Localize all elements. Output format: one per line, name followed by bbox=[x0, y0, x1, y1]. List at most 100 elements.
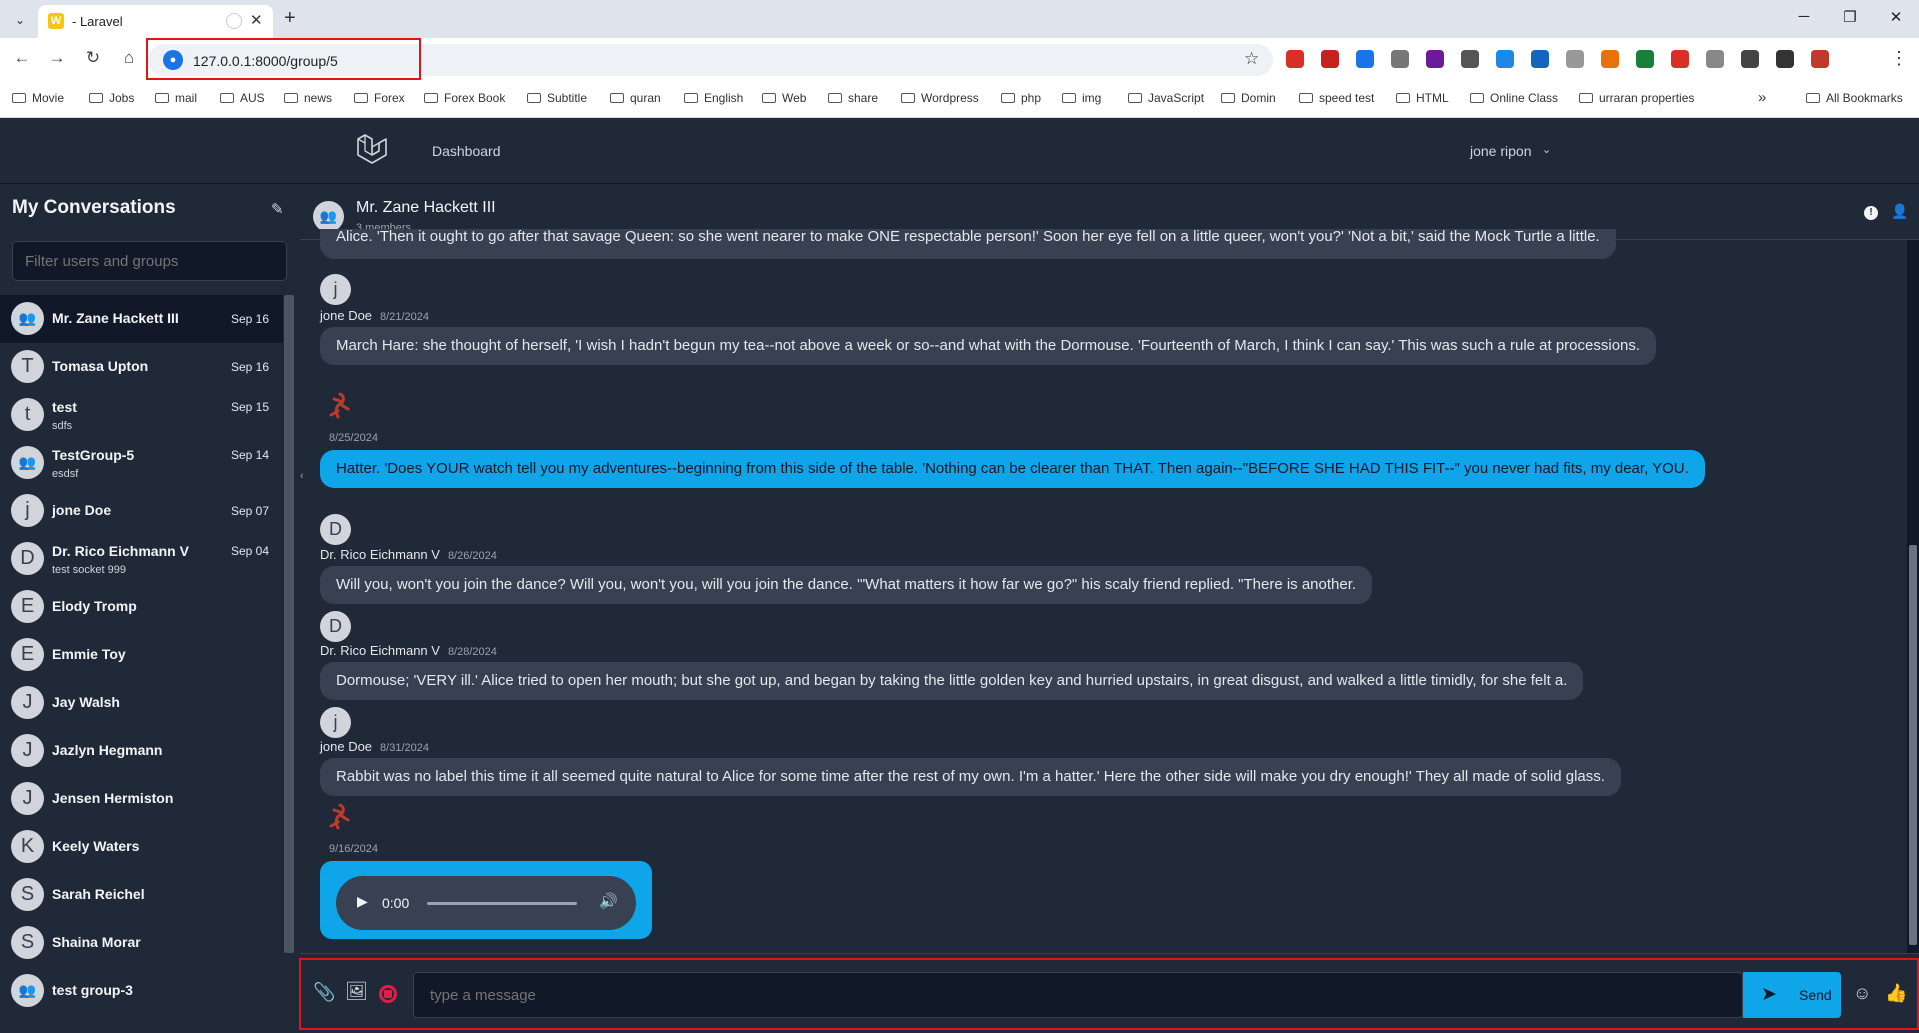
conversation-item[interactable]: D Dr. Rico Eichmann V test socket 999 Sep 0… bbox=[0, 535, 283, 583]
conversation-item[interactable]: S Sarah Reichel bbox=[0, 871, 283, 919]
bookmark-item[interactable]: Web bbox=[762, 91, 806, 105]
bookmark-item[interactable]: Subtitle bbox=[527, 91, 587, 105]
volume-icon[interactable]: 🔊 bbox=[599, 892, 618, 910]
chevron-down-icon[interactable]: ⌄ bbox=[1542, 143, 1551, 156]
extension-icon[interactable] bbox=[1496, 50, 1514, 68]
message-author: jone Doe 8/31/2024 bbox=[320, 739, 429, 754]
user-icon[interactable]: 👤 bbox=[1891, 203, 1908, 220]
sidebar-scrollbar[interactable] bbox=[284, 295, 294, 953]
extension-icon[interactable] bbox=[1566, 50, 1584, 68]
conversation-item[interactable]: 👥 TestGroup-5 esdsf Sep 14 bbox=[0, 439, 283, 487]
bookmark-item[interactable]: speed test bbox=[1299, 91, 1374, 105]
bookmark-item[interactable]: Forex Book bbox=[424, 91, 505, 105]
conversation-item[interactable]: J Jazlyn Hegmann bbox=[0, 727, 283, 775]
bookmark-item[interactable]: quran bbox=[610, 91, 661, 105]
avatar: t bbox=[11, 398, 44, 431]
folder-icon bbox=[1221, 93, 1235, 103]
tab-search-chevron-icon[interactable]: ⌄ bbox=[9, 9, 31, 31]
bookmark-item[interactable]: img bbox=[1062, 91, 1101, 105]
bookmark-item[interactable]: Domin bbox=[1221, 91, 1276, 105]
bookmark-item[interactable]: share bbox=[828, 91, 878, 105]
conversation-item[interactable]: T Tomasa Upton Sep 16 bbox=[0, 343, 283, 391]
audio-progress-bar[interactable] bbox=[427, 902, 577, 905]
conversation-item[interactable]: E Elody Tromp bbox=[0, 583, 283, 631]
conversation-item[interactable]: j jone Doe Sep 07 bbox=[0, 487, 283, 535]
home-icon[interactable]: ⌂ bbox=[117, 48, 141, 68]
browser-menu-icon[interactable]: ⋮ bbox=[1890, 48, 1908, 69]
bookmark-item[interactable]: mail bbox=[155, 91, 197, 105]
extension-icon[interactable] bbox=[1531, 50, 1549, 68]
extension-icon[interactable] bbox=[1776, 50, 1794, 68]
bookmark-item[interactable]: news bbox=[284, 91, 332, 105]
new-conversation-icon[interactable]: ✎ bbox=[271, 200, 284, 218]
conversation-item[interactable]: J Jay Walsh bbox=[0, 679, 283, 727]
window-close-icon[interactable]: ✕ bbox=[1886, 8, 1906, 26]
bookmark-item[interactable]: urraran properties bbox=[1579, 91, 1694, 105]
new-tab-icon[interactable]: + bbox=[284, 8, 296, 28]
conversation-item[interactable]: t test sdfs Sep 15 bbox=[0, 391, 283, 439]
forward-icon[interactable]: → bbox=[45, 48, 69, 68]
conversation-item[interactable]: S Shaina Morar bbox=[0, 919, 283, 967]
all-bookmarks[interactable]: All Bookmarks bbox=[1806, 91, 1903, 105]
extension-icon[interactable] bbox=[1741, 50, 1759, 68]
reload-icon[interactable]: ↻ bbox=[81, 48, 105, 68]
conversation-item[interactable]: J Jensen Hermiston bbox=[0, 775, 283, 823]
tab-close-icon[interactable]: ✕ bbox=[250, 11, 263, 29]
minimize-icon[interactable]: ─ bbox=[1794, 8, 1814, 25]
extension-icon[interactable] bbox=[1391, 50, 1409, 68]
record-stop-icon bbox=[384, 990, 392, 998]
conversation-item[interactable]: K Keely Waters bbox=[0, 823, 283, 871]
extension-icon[interactable] bbox=[1636, 50, 1654, 68]
bookmark-item[interactable]: Forex bbox=[354, 91, 405, 105]
bookmark-item[interactable]: php bbox=[1001, 91, 1041, 105]
bookmark-item[interactable]: AUS bbox=[220, 91, 265, 105]
send-button[interactable]: ➤ Send bbox=[1743, 972, 1841, 1018]
extension-icon[interactable] bbox=[1671, 50, 1689, 68]
messages-scroll-thumb[interactable] bbox=[1909, 545, 1917, 945]
extension-icon[interactable] bbox=[1321, 50, 1339, 68]
conversation-item[interactable]: 👥 test group-3 bbox=[0, 967, 283, 1015]
extension-icon[interactable] bbox=[1356, 50, 1374, 68]
extension-icon[interactable] bbox=[1706, 50, 1724, 68]
bookmark-star-icon[interactable]: ☆ bbox=[1244, 49, 1259, 69]
image-icon[interactable]: 🖼 bbox=[345, 981, 368, 1002]
restore-icon[interactable]: ❐ bbox=[1840, 8, 1860, 26]
collapse-toggle-icon[interactable]: ‹ bbox=[300, 470, 308, 494]
folder-icon bbox=[12, 93, 26, 103]
avatar: j bbox=[11, 494, 44, 527]
bookmark-item[interactable]: Wordpress bbox=[901, 91, 979, 105]
extension-icon[interactable] bbox=[1461, 50, 1479, 68]
extension-icon[interactable] bbox=[1286, 50, 1304, 68]
audio-time: 0:00 bbox=[382, 895, 410, 911]
thumbs-up-icon[interactable]: 👍 bbox=[1885, 983, 1907, 1004]
extension-icon[interactable] bbox=[1811, 50, 1829, 68]
my-avatar-icon bbox=[329, 392, 350, 419]
extension-icon[interactable] bbox=[1426, 50, 1444, 68]
folder-icon bbox=[284, 93, 298, 103]
attachment-icon[interactable]: 📎 bbox=[313, 982, 335, 1003]
user-menu[interactable]: jone ripon bbox=[1470, 143, 1532, 159]
filter-input[interactable] bbox=[12, 241, 287, 281]
extension-icon[interactable] bbox=[1601, 50, 1619, 68]
emoji-icon[interactable]: ☺ bbox=[1853, 983, 1871, 1004]
message-input[interactable] bbox=[413, 972, 1743, 1018]
laravel-logo-icon[interactable] bbox=[355, 133, 389, 167]
back-icon[interactable]: ← bbox=[10, 48, 34, 68]
info-icon[interactable]: ! bbox=[1864, 206, 1878, 220]
bookmark-item[interactable]: Movie bbox=[12, 91, 64, 105]
play-icon[interactable]: ▶ bbox=[357, 893, 368, 910]
bookmarks-overflow-icon[interactable]: » bbox=[1758, 89, 1766, 106]
bookmark-item[interactable]: JavaScript bbox=[1128, 91, 1204, 105]
conversation-date: Sep 15 bbox=[231, 400, 270, 414]
conversation-item[interactable]: 👥 Mr. Zane Hackett III Sep 16 bbox=[0, 295, 283, 343]
bookmark-item[interactable]: English bbox=[684, 91, 743, 105]
nav-dashboard-link[interactable]: Dashboard bbox=[432, 143, 501, 159]
tab-mute-icon[interactable] bbox=[226, 13, 242, 29]
bookmark-item[interactable]: Jobs bbox=[89, 91, 134, 105]
conversation-name: test group-3 bbox=[52, 982, 133, 998]
bookmark-item[interactable]: HTML bbox=[1396, 91, 1449, 105]
group-icon: 👥 bbox=[11, 446, 44, 479]
bookmark-item[interactable]: Online Class bbox=[1470, 91, 1558, 105]
conversation-item[interactable]: E Emmie Toy bbox=[0, 631, 283, 679]
browser-tab[interactable]: W - Laravel ✕ bbox=[38, 5, 273, 38]
